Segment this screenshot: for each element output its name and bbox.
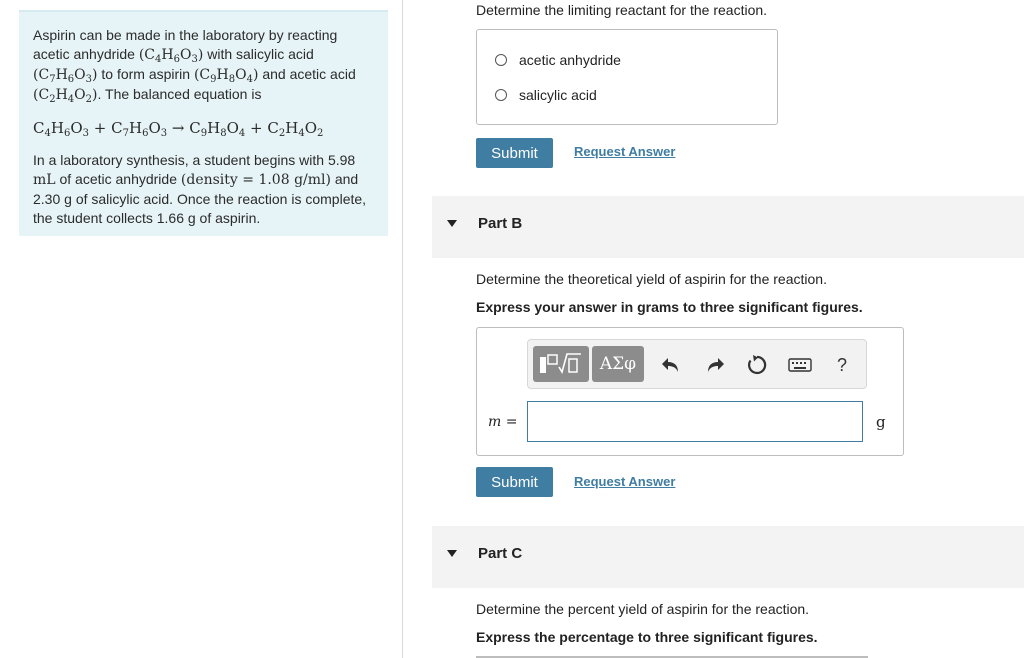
part-a-options: acetic anhydride salicylic acid <box>476 29 778 125</box>
part-b-question: Determine the theoretical yield of aspir… <box>476 271 827 287</box>
variable-label: m = <box>488 414 518 430</box>
density-value: (density = 1.08 g/ml) <box>180 172 331 188</box>
intro-text: and acetic acid <box>262 66 356 82</box>
reset-button[interactable] <box>744 352 770 378</box>
unit-label: g <box>876 413 886 431</box>
option-label: acetic anhydride <box>519 52 621 68</box>
undo-icon <box>662 358 678 372</box>
unit-ml: mL <box>33 172 56 188</box>
reset-icon <box>748 355 767 375</box>
intro-text: In a laboratory synthesis, a student beg… <box>33 152 356 168</box>
formula-aspirin: (C9H8O4) <box>193 67 259 85</box>
collapse-triangle-icon[interactable] <box>447 220 457 227</box>
part-c-title: Part C <box>478 545 523 562</box>
intro-text: of acetic anhydride <box>59 171 177 187</box>
balanced-equation: C4H6O3 + C7H6O3 → C9H8O4 + C2H4O2 <box>33 119 324 139</box>
greek-symbols-button[interactable]: ΑΣφ <box>592 346 644 382</box>
option-label: salicylic acid <box>519 87 597 103</box>
part-c-header[interactable]: Part C <box>432 526 1024 588</box>
part-c-instruction: Express the percentage to three signific… <box>476 629 818 645</box>
intro-paragraph-2: In a laboratory synthesis, a student beg… <box>33 151 374 228</box>
part-b-instruction: Express your answer in grams to three si… <box>476 299 863 315</box>
undo-button[interactable] <box>658 353 684 377</box>
part-b-header[interactable]: Part B <box>432 196 1024 258</box>
option-salicylic-acid[interactable]: salicylic acid <box>495 87 597 103</box>
intro-paragraph-1: Aspirin can be made in the laboratory by… <box>33 26 374 105</box>
part-b-title: Part B <box>478 215 523 232</box>
redo-button[interactable] <box>702 353 728 377</box>
intro-text: to form aspirin <box>101 66 191 82</box>
option-acetic-anhydride[interactable]: acetic anhydride <box>495 52 621 68</box>
collapse-triangle-icon[interactable] <box>447 550 457 557</box>
part-c-question: Determine the percent yield of aspirin f… <box>476 601 810 617</box>
intro-text: with salicylic acid <box>207 46 314 62</box>
part-a-request-answer-link[interactable]: Request Answer <box>574 144 675 159</box>
problem-intro-panel: Aspirin can be made in the laboratory by… <box>19 10 388 236</box>
formula-salicylic-acid: (C7H6O3) <box>33 67 98 85</box>
radio-button[interactable] <box>495 89 507 101</box>
part-a-submit-button[interactable]: Submit <box>476 138 553 168</box>
part-a-question: Determine the limiting reactant for the … <box>476 2 768 18</box>
part-b-request-answer-link[interactable]: Request Answer <box>574 474 675 489</box>
radio-button[interactable] <box>495 54 507 66</box>
math-toolbar: ΑΣφ ? <box>527 339 867 389</box>
formula-acetic-acid: (C2H4O2) <box>33 87 98 105</box>
templates-button[interactable] <box>533 346 589 382</box>
redo-icon <box>708 358 724 372</box>
part-b-submit-button[interactable]: Submit <box>476 467 553 497</box>
column-divider <box>402 0 403 658</box>
keyboard-button[interactable] <box>786 354 814 376</box>
formula-acetic-anhydride: (C4H6O3) <box>138 47 204 65</box>
template-icon <box>540 353 581 375</box>
keyboard-icon <box>788 358 812 372</box>
intro-text: . The balanced equation is <box>97 86 262 102</box>
help-button[interactable]: ? <box>830 353 854 377</box>
answer-input[interactable] <box>527 401 863 442</box>
